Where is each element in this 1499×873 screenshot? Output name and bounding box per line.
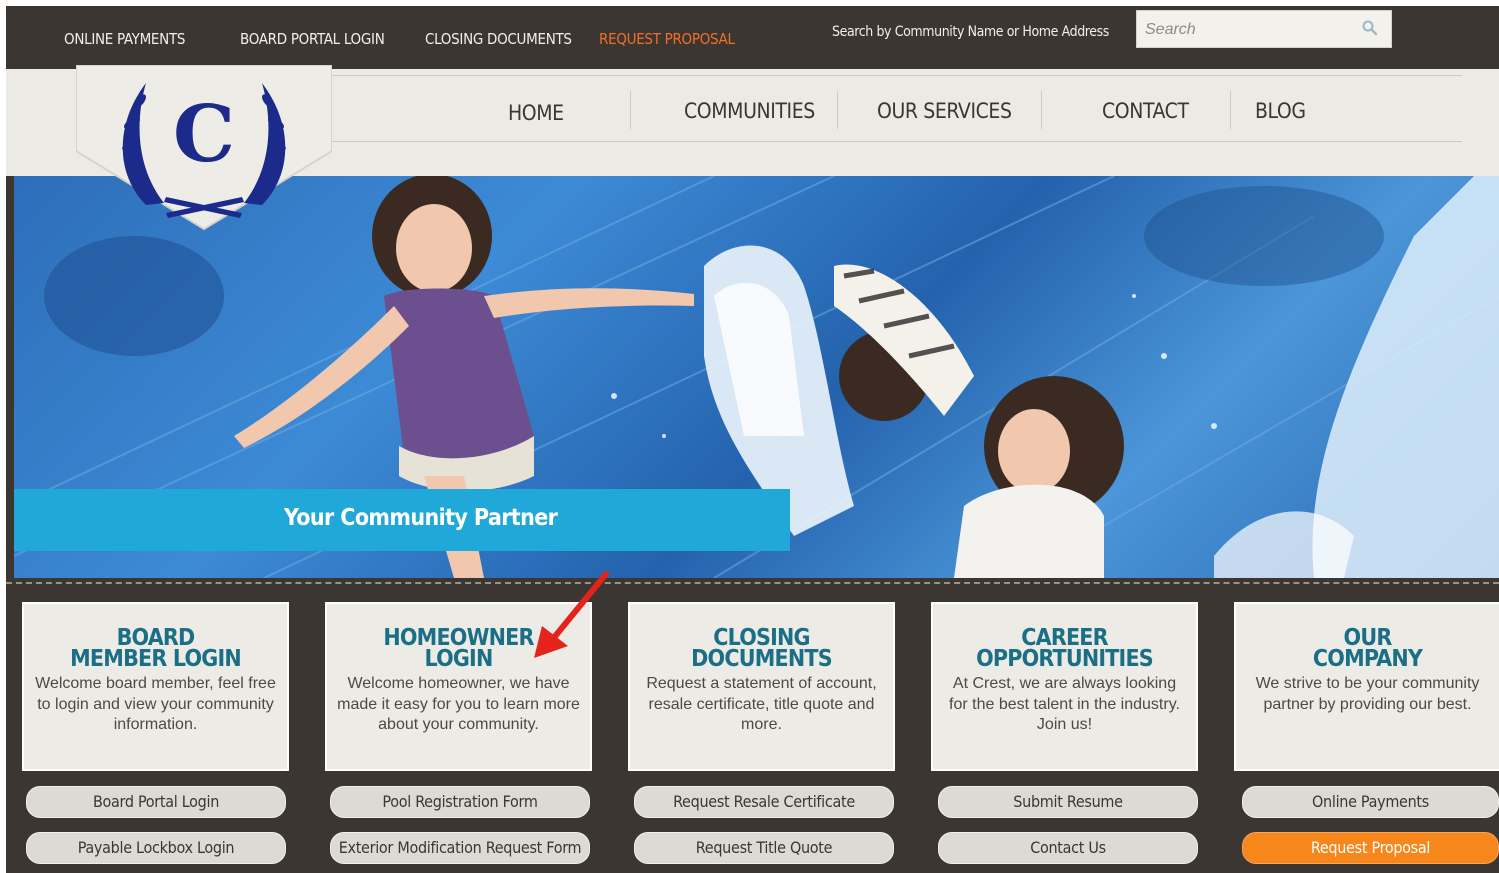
card-board-member-login[interactable]: BOARD MEMBER LOGIN Welcome board member, … xyxy=(22,602,289,771)
exterior-modification-request-button[interactable]: Exterior Modification Request Form xyxy=(330,832,590,864)
nav-item-our-services[interactable]: OUR SERVICES xyxy=(877,99,1012,123)
top-link-board-portal-login[interactable]: BOARD PORTAL LOGIN xyxy=(240,30,385,48)
top-link-closing-documents[interactable]: CLOSING DOCUMENTS xyxy=(425,30,572,48)
submit-resume-button[interactable]: Submit Resume xyxy=(938,786,1198,818)
card-title: CLOSING DOCUMENTS xyxy=(691,625,832,672)
pool-registration-form-button[interactable]: Pool Registration Form xyxy=(330,786,590,818)
card-title: OUR COMPANY xyxy=(1312,625,1423,672)
nav-item-contact[interactable]: CONTACT xyxy=(1102,99,1189,123)
request-resale-certificate-button[interactable]: Request Resale Certificate xyxy=(634,786,894,818)
nav-item-blog[interactable]: BLOG xyxy=(1255,99,1306,123)
request-title-quote-button[interactable]: Request Title Quote xyxy=(634,832,894,864)
nav-separator xyxy=(630,91,631,129)
page-frame: ONLINE PAYMENTS BOARD PORTAL LOGIN CLOSI… xyxy=(6,6,1499,873)
card-text: At Crest, we are always looking for the … xyxy=(949,675,1180,733)
card-text: Welcome homeowner, we have made it easy … xyxy=(337,675,580,733)
search-input[interactable] xyxy=(1143,16,1357,44)
card-text: We strive to be your community partner b… xyxy=(1255,675,1480,713)
tagline-band: Your Community Partner xyxy=(14,489,790,551)
red-arrow-annotation-icon xyxy=(534,571,609,658)
nav-item-home[interactable]: HOME xyxy=(508,101,564,125)
search-label: Search by Community Name or Home Address xyxy=(832,24,1109,40)
card-career-opportunities[interactable]: CAREER OPPORTUNITIES At Crest, we are alw… xyxy=(931,602,1198,771)
search-box xyxy=(1136,10,1392,48)
section-divider xyxy=(6,582,1499,584)
request-proposal-button[interactable]: Request Proposal xyxy=(1242,832,1499,864)
nav-separator xyxy=(1230,91,1231,129)
card-title: CAREER OPPORTUNITIES xyxy=(976,625,1154,672)
top-utility-bar: ONLINE PAYMENTS BOARD PORTAL LOGIN CLOSI… xyxy=(6,6,1499,69)
hero-banner: Your Community Partner xyxy=(14,176,1499,578)
card-text: Welcome board member, feel free to login… xyxy=(35,675,276,733)
search-icon[interactable] xyxy=(1361,19,1379,37)
nav-separator xyxy=(837,91,838,129)
online-payments-button[interactable]: Online Payments xyxy=(1242,786,1499,818)
payable-lockbox-login-button[interactable]: Payable Lockbox Login xyxy=(26,832,286,864)
card-our-company[interactable]: OUR COMPANY We strive to be your communit… xyxy=(1234,602,1499,771)
board-portal-login-button[interactable]: Board Portal Login xyxy=(26,786,286,818)
logo-letter: C xyxy=(173,89,235,180)
card-closing-documents[interactable]: CLOSING DOCUMENTS Request a statement of … xyxy=(628,602,895,771)
nav-item-communities[interactable]: COMMUNITIES xyxy=(684,99,815,123)
top-link-request-proposal[interactable]: REQUEST PROPOSAL xyxy=(599,30,735,48)
nav-bottom-rule xyxy=(332,141,1462,142)
top-link-online-payments[interactable]: ONLINE PAYMENTS xyxy=(64,30,185,48)
card-text: Request a statement of account, resale c… xyxy=(646,675,877,733)
crest-logo[interactable]: C xyxy=(76,65,332,232)
nav-separator xyxy=(1041,91,1042,129)
nav-top-rule xyxy=(332,75,1462,76)
hero-tagline: Your Community Partner xyxy=(284,505,558,531)
contact-us-button[interactable]: Contact Us xyxy=(938,832,1198,864)
card-title: BOARD MEMBER LOGIN xyxy=(70,625,242,672)
